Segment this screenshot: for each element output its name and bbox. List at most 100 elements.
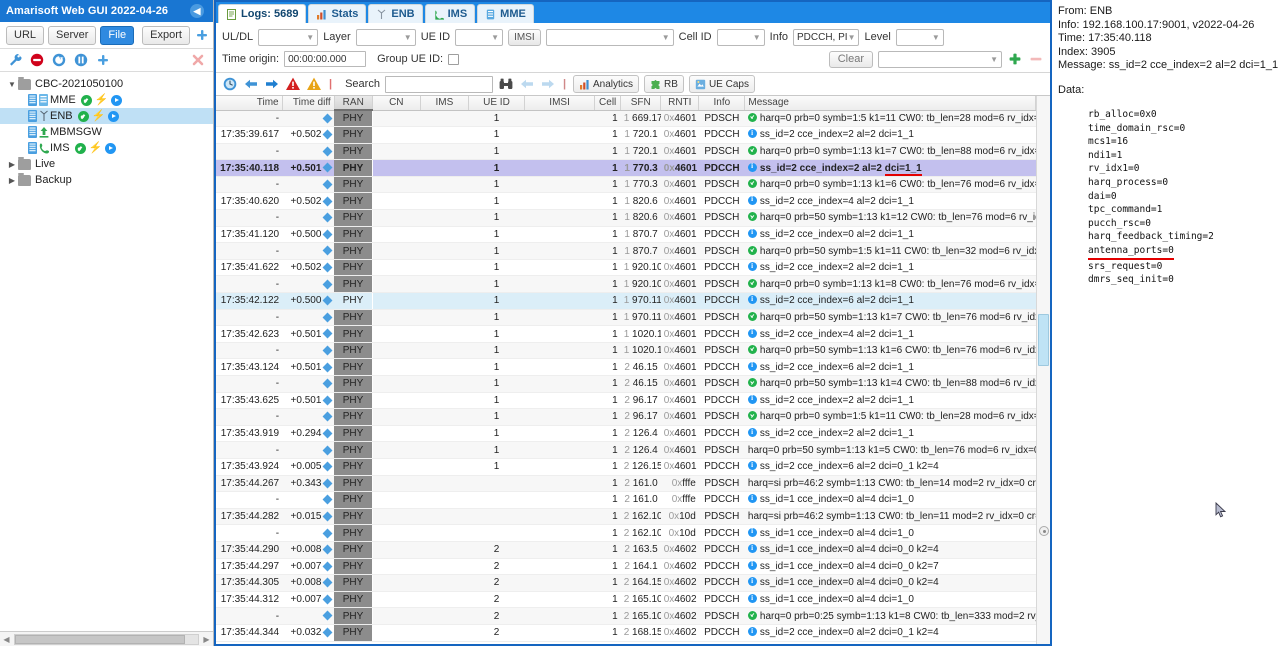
ue-caps-button[interactable]: UE Caps	[688, 75, 755, 93]
wrench-icon[interactable]	[7, 52, 23, 68]
table-row[interactable]: - PHY 1 1 2 96.17 0x4601 PDSCH harq=0 prb=0 sym…	[216, 408, 1036, 426]
collapse-arrow-icon[interactable]: ▶	[6, 160, 18, 169]
clock-icon[interactable]	[222, 76, 238, 92]
table-row[interactable]: 17:35:43.919 +0.294 PHY 1 1 2 126.4 0x4601 PDC…	[216, 425, 1036, 443]
col-ims[interactable]: IMS	[420, 96, 469, 111]
rb-button[interactable]: RB	[644, 75, 684, 93]
table-row[interactable]: - PHY 1 1 1 720.1 0x4601 PDSCH harq=0 prb=0 sym…	[216, 143, 1036, 161]
table-row[interactable]: 17:35:44.312 +0.007 PHY 2 1 2 165.10 0x4602 PD…	[216, 591, 1036, 609]
table-row[interactable]: - PHY 1 1 1 920.10 0x4601 PDSCH harq=0 prb=0 sy…	[216, 275, 1036, 294]
imsi-select[interactable]: ▼	[545, 28, 674, 46]
sidebar-horizontal-scrollbar[interactable]: ◀ ▶	[0, 631, 213, 646]
table-row[interactable]: - PHY 1 1 1 820.6 0x4601 PDSCH harq=0 prb=50 sy…	[216, 209, 1036, 227]
url-button[interactable]: URL	[6, 25, 45, 45]
tab-stats[interactable]: Stats	[308, 4, 367, 23]
cellid-select[interactable]: ▼	[716, 28, 765, 46]
table-row[interactable]: - PHY 1 1 1 669.17 0x4601 PDSCH harq=0 prb=0 sy…	[216, 110, 1036, 128]
stop-icon[interactable]	[29, 52, 45, 68]
table-row[interactable]: 17:35:42.122 +0.500 PHY 1 1 1 970.11 0x4601 PD…	[216, 292, 1036, 310]
search-input[interactable]	[384, 75, 493, 93]
scroll-left-icon[interactable]: ◀	[0, 635, 13, 644]
uldl-select[interactable]: ▼	[258, 28, 319, 46]
table-row[interactable]: - PHY 1 1 1 870.7 0x4601 PDSCH harq=0 prb=50 sy…	[216, 242, 1036, 260]
play-icon[interactable]	[108, 110, 120, 122]
tree-item-live[interactable]: ▶ Live	[0, 156, 213, 172]
imsi-button[interactable]: IMSI	[508, 28, 541, 46]
add-icon[interactable]	[194, 27, 210, 43]
arrow-left-icon[interactable]	[243, 76, 259, 92]
scroll-track[interactable]	[14, 633, 199, 645]
table-row[interactable]: 17:35:42.623+0.501 PHY111 1020.130x4601P…	[216, 325, 1036, 343]
table-row[interactable]: 17:35:41.120 +0.500 PHY 1 1 1 870.7 0x4601 PDC…	[216, 226, 1036, 244]
table-row[interactable]: - PHY 1 1 2 46.15 0x4601 PDSCH harq=0 prb=50 sy…	[216, 375, 1036, 393]
tab-enb[interactable]: ENB	[368, 4, 423, 23]
table-row[interactable]: 17:35:44.344 +0.032 PHY 2 1 2 168.15 0x4602 PD…	[216, 624, 1036, 642]
table-row[interactable]: 17:35:43.924 +0.005 PHY 1 1 2 126.15 0x4601 PD…	[216, 458, 1036, 476]
col-message[interactable]: Message	[744, 96, 1036, 111]
table-row[interactable]: 17:35:44.290 +0.008 PHY 2 1 2 163.5 0x4602 PDC…	[216, 541, 1036, 559]
clear-button[interactable]: Clear	[828, 50, 873, 68]
group-ueid-checkbox[interactable]	[448, 53, 460, 65]
scroll-right-icon[interactable]: ▶	[200, 635, 213, 644]
chevron-left-icon[interactable]: ◀	[190, 4, 204, 18]
search-prev-icon[interactable]	[519, 76, 535, 92]
scroll-thumb[interactable]	[15, 634, 186, 644]
collapse-arrow-icon[interactable]: ▶	[6, 176, 18, 185]
table-row[interactable]: 17:35:40.620 +0.502 PHY 1 1 1 820.6 0x4601 PDC…	[216, 192, 1036, 211]
tree-item-enb[interactable]: ENB ⚡	[0, 108, 213, 124]
table-row[interactable]: 17:35:43.625 +0.501 PHY 1 1 2 96.17 0x4601 PDC…	[216, 392, 1036, 410]
tab-logs[interactable]: Logs: 5689	[218, 4, 307, 23]
table-row[interactable]: - PHY 2 1 2 165.10 0x4602 PDSCH harq=0 prb=0:25…	[216, 607, 1036, 625]
col-info[interactable]: Info	[698, 96, 746, 111]
table-row[interactable]: - PHY 12 161.00xfffePDCCHss_id=1 cce_index…	[216, 491, 1036, 509]
table-row[interactable]: 17:35:44.282 +0.015 PHY 1 2 162.10 0x10d PDSC…	[216, 508, 1036, 526]
warning-icon[interactable]	[306, 76, 322, 92]
expand-arrow-icon[interactable]: ▼	[6, 80, 18, 89]
search-next-icon[interactable]	[540, 76, 556, 92]
col-sfn[interactable]: SFN	[620, 96, 662, 111]
log-table-scroll[interactable]: Time Time diff RAN CN IMS UE ID IMSI Cel…	[216, 96, 1036, 644]
table-row[interactable]: 17:35:41.622 +0.502 PHY 1 1 1 920.10 0x4601 PD…	[216, 259, 1036, 277]
close-icon[interactable]	[190, 52, 206, 68]
plus-icon[interactable]	[1007, 51, 1023, 67]
file-button[interactable]: File	[100, 25, 135, 45]
refresh-icon[interactable]	[51, 52, 67, 68]
tree-item-mme[interactable]: MME ⚡	[0, 92, 213, 108]
layer-select[interactable]: ▼	[355, 28, 416, 46]
table-row[interactable]: - PHY 1 1 1 770.3 0x4601 PDSCH harq=0 prb=0 sym…	[216, 176, 1036, 194]
server-button[interactable]: Server	[48, 25, 97, 45]
col-timediff[interactable]: Time diff	[282, 96, 335, 111]
table-row[interactable]: 17:35:44.305 +0.008 PHY 2 1 2 164.15 0x4602 PD…	[216, 574, 1036, 592]
col-cn[interactable]: CN	[372, 96, 421, 111]
table-row[interactable]: 17:35:39.617 +0.502 PHY 1 1 1 720.1 0x4601 PDC…	[216, 126, 1036, 144]
table-row[interactable]: - PHY 12 162.100x10dPDCCHss_id=1 cce_index…	[216, 524, 1036, 542]
tree-item-backup[interactable]: ▶ Backup	[0, 172, 213, 188]
export-button[interactable]: Export	[142, 25, 190, 45]
table-row[interactable]: 17:35:44.267 +0.343 PHY 1 2 161.0 0xfffe PDSC…	[216, 475, 1036, 493]
col-ran[interactable]: RAN	[334, 96, 373, 111]
arrow-right-icon[interactable]	[264, 76, 280, 92]
col-time[interactable]: Time	[216, 96, 283, 111]
table-row[interactable]: - PHY 1 1 1 970.11 0x4601 PDSCH harq=0 prb=50 s…	[216, 309, 1036, 327]
time-origin-input[interactable]	[284, 51, 367, 67]
play-icon[interactable]	[111, 94, 123, 106]
col-rnti[interactable]: RNTI	[660, 96, 700, 111]
table-vertical-scrollbar[interactable]	[1036, 96, 1050, 644]
add-icon[interactable]	[95, 52, 111, 68]
pause-icon[interactable]	[73, 52, 89, 68]
minus-icon[interactable]	[1028, 51, 1044, 67]
table-row[interactable]: 17:35:43.124 +0.501 PHY 1 1 2 46.15 0x4601 PDC…	[216, 358, 1036, 376]
level-select[interactable]: ▼	[895, 28, 944, 46]
table-row[interactable]: 17:35:40.118 +0.501 PHY 1 1 1 770.3 0x4601 PDC…	[216, 159, 1036, 177]
config-tree[interactable]: ▼ CBC-2021050100 MME ⚡ ENB ⚡ MBMSGW IMS …	[0, 72, 213, 631]
tab-mme[interactable]: MME	[477, 4, 534, 23]
binoculars-icon[interactable]	[498, 76, 514, 92]
error-icon[interactable]	[285, 76, 301, 92]
col-ueid[interactable]: UE ID	[468, 96, 526, 111]
tree-item-cbc[interactable]: ▼ CBC-2021050100	[0, 76, 213, 92]
table-row[interactable]: 17:35:44.297 +0.007 PHY 2 1 2 164.1 0x4602 PDC…	[216, 558, 1036, 576]
info-select[interactable]: PDCCH, PI ▼	[793, 28, 860, 46]
tab-ims[interactable]: IMS	[424, 4, 476, 23]
table-row[interactable]: - PHY 1 1 2 126.4 0x4601 PDSCH harq=0 prb=50 sy…	[216, 441, 1036, 459]
col-cell[interactable]: Cell	[594, 96, 622, 111]
